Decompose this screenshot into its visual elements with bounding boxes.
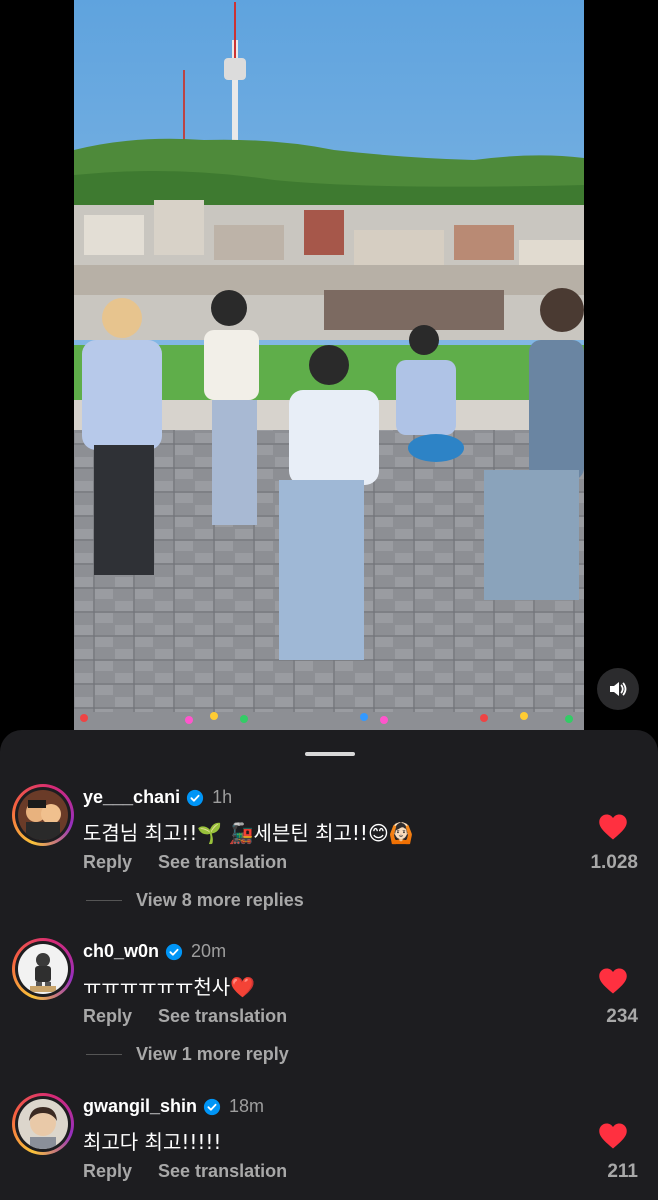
video-frame (74, 0, 584, 730)
comment-username[interactable]: ye___chani (83, 787, 180, 808)
see-translation-button[interactable]: See translation (158, 1006, 287, 1027)
see-translation-button[interactable]: See translation (158, 1161, 287, 1182)
comment-text: 최고다 최고!!!!! (83, 1130, 222, 1154)
avatar-image (18, 944, 68, 994)
view-more-replies-label[interactable]: View 1 more reply (136, 1044, 289, 1065)
drag-handle[interactable] (305, 752, 355, 756)
comment-username[interactable]: ch0_w0n (83, 941, 159, 962)
reply-button[interactable]: Reply (83, 852, 132, 873)
verified-badge-icon (165, 943, 183, 960)
reply-button[interactable]: Reply (83, 1006, 132, 1027)
avatar-image (18, 1099, 68, 1149)
verified-badge-icon (186, 789, 204, 806)
view-more-replies[interactable]: View 8 more replies (86, 890, 304, 911)
comment-username[interactable]: gwangil_shin (83, 1096, 197, 1117)
view-more-replies-label[interactable]: View 8 more replies (136, 890, 304, 911)
divider (86, 900, 122, 901)
reply-button[interactable]: Reply (83, 1161, 132, 1182)
comments-sheet: ye___chani 1h 도겸님 최고!!🌱 🚂세븐틴 최고!!😊🙆🏻 Rep… (0, 730, 658, 1200)
divider (86, 1054, 122, 1055)
avatar[interactable] (12, 784, 74, 846)
comment-time: 18m (229, 1096, 265, 1116)
like-heart-icon[interactable] (598, 967, 628, 995)
video-player[interactable] (74, 0, 584, 730)
like-heart-icon[interactable] (598, 1122, 628, 1150)
like-count: 234 (606, 1006, 638, 1027)
comment-time: 1h (212, 787, 233, 807)
verified-badge-icon (203, 1098, 221, 1115)
like-count: 1.028 (590, 852, 638, 873)
like-heart-icon[interactable] (598, 813, 628, 841)
avatar-image (18, 790, 68, 840)
avatar[interactable] (12, 1093, 74, 1155)
avatar[interactable] (12, 938, 74, 1000)
like-count: 211 (607, 1161, 638, 1182)
comment-text: ㅠㅠㅠㅠㅠㅠ천사❤️ (83, 975, 256, 999)
speaker-icon (610, 682, 627, 696)
sound-toggle-button[interactable] (597, 668, 639, 710)
view-more-replies[interactable]: View 1 more reply (86, 1044, 289, 1065)
comment-text: 도겸님 최고!!🌱 🚂세븐틴 최고!!😊🙆🏻 (83, 821, 414, 845)
comment-time: 20m (191, 941, 227, 961)
see-translation-button[interactable]: See translation (158, 852, 287, 873)
